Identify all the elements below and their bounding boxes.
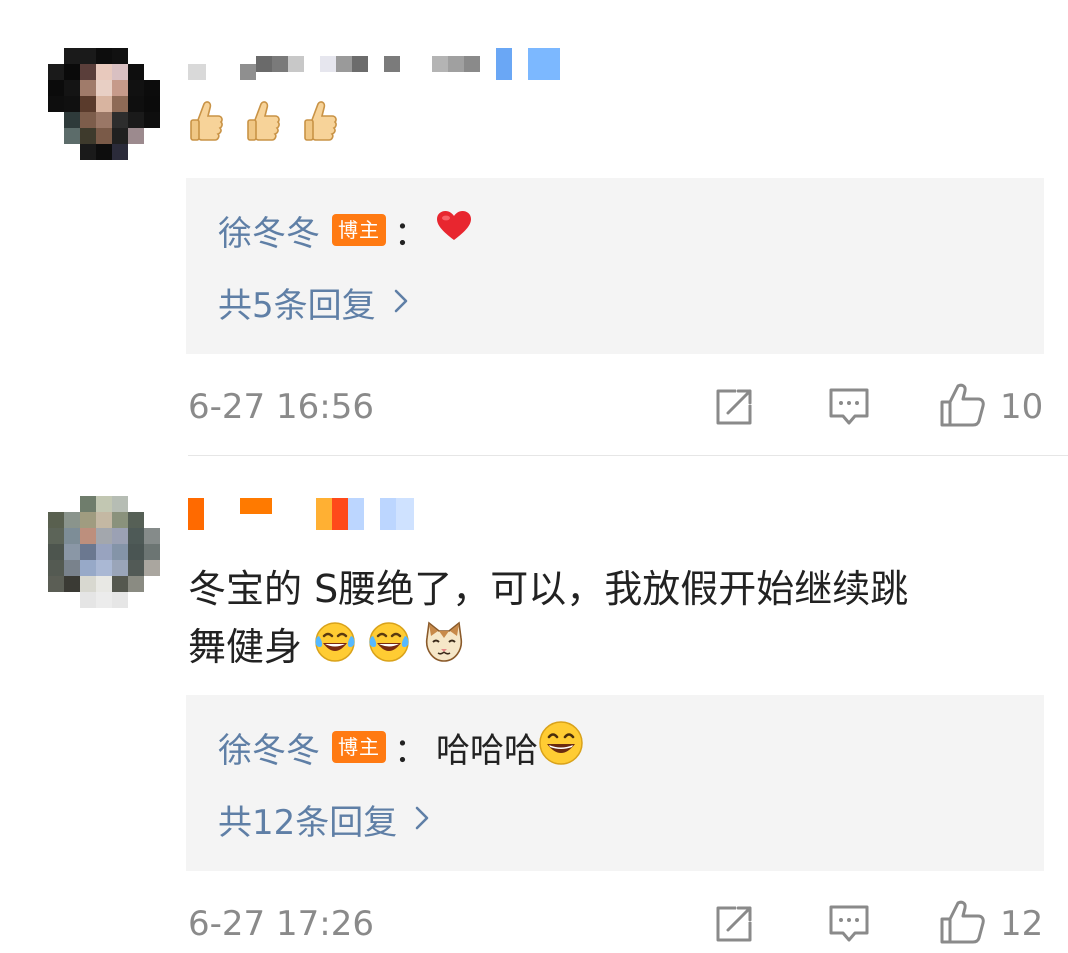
share-icon[interactable] [714, 900, 754, 948]
reply-preview[interactable]: 徐冬冬 博主 ： 共5条回复 [186, 178, 1044, 354]
reply-line: 徐冬冬 博主 ： 哈哈哈 [218, 720, 584, 772]
reply-author[interactable]: 徐冬冬 [218, 206, 320, 255]
timestamp: 6-27 16:56 [188, 387, 374, 427]
comment-item: 徐冬冬 博主 ： 共5条回复 6-27 16:56 10 [0, 0, 1068, 455]
thumb-up-outline-icon [938, 899, 986, 949]
comment-text-line: 冬宝的 S腰绝了，可以，我放假开始继续跳 [188, 567, 909, 611]
laugh-cry-icon [368, 621, 410, 679]
reply-text: 哈哈哈 [436, 730, 538, 771]
thumbs-up-icon [245, 98, 281, 162]
author-badge: 博主 [332, 214, 386, 246]
view-replies-link[interactable]: 共12条回复 [218, 797, 429, 843]
heart-icon [436, 210, 472, 251]
comment-body: 冬宝的 S腰绝了，可以，我放假开始继续跳 舞健身 [188, 560, 1038, 680]
thumbs-up-icon [188, 98, 224, 162]
reply-count-label: 共12条回复 [218, 802, 398, 843]
comment-thread: 徐冬冬 博主 ： 共5条回复 6-27 16:56 10 冬宝的 S腰绝了，可以… [0, 0, 1068, 953]
username-redacted[interactable] [188, 46, 560, 82]
comment-text-line-2: 舞健身 [188, 625, 303, 669]
thumbs-up-icon [302, 98, 338, 162]
reply-line: 徐冬冬 博主 ： [218, 206, 472, 255]
reply-author[interactable]: 徐冬冬 [218, 723, 320, 772]
comment-footer: 6-27 16:56 10 [188, 383, 1044, 431]
reply-count-label: 共5条回复 [218, 285, 376, 326]
like-button[interactable]: 10 [938, 383, 1043, 431]
avatar[interactable] [48, 48, 160, 160]
comment-body [188, 98, 1038, 152]
like-count: 12 [1000, 904, 1044, 944]
timestamp: 6-27 17:26 [188, 904, 374, 944]
laugh-cry-icon [314, 621, 356, 679]
comment-item: 冬宝的 S腰绝了，可以，我放假开始继续跳 舞健身 徐冬冬 博主 ： 哈哈哈 共1… [0, 456, 1068, 953]
comment-icon[interactable] [828, 900, 870, 948]
avatar[interactable] [48, 496, 160, 608]
cat-face-icon [422, 620, 466, 680]
grin-icon [538, 720, 584, 775]
like-button[interactable]: 12 [938, 900, 1043, 948]
chevron-right-icon [415, 799, 429, 839]
share-icon[interactable] [714, 383, 754, 431]
view-replies-link[interactable]: 共5条回复 [218, 280, 408, 326]
reply-colon: ： [394, 730, 428, 771]
like-count: 10 [1000, 387, 1044, 427]
comment-footer: 6-27 17:26 12 [188, 900, 1044, 948]
username-redacted[interactable] [188, 496, 414, 532]
comment-text-line: 舞健身 [188, 618, 1038, 680]
thumb-up-outline-icon [938, 382, 986, 432]
reply-colon: ： [394, 213, 428, 254]
author-badge: 博主 [332, 731, 386, 763]
chevron-right-icon [394, 282, 408, 322]
comment-icon[interactable] [828, 383, 870, 431]
reply-preview[interactable]: 徐冬冬 博主 ： 哈哈哈 共12条回复 [186, 695, 1044, 871]
